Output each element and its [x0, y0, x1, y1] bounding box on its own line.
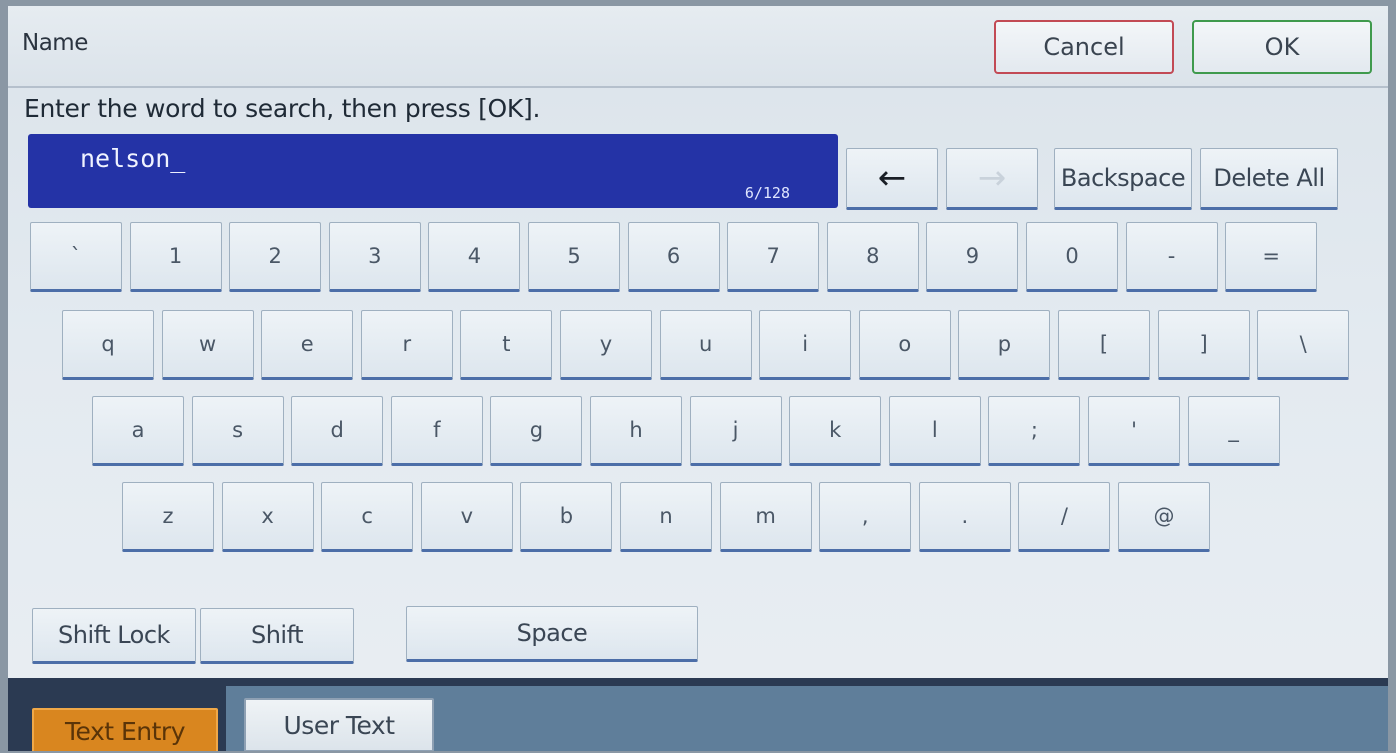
key[interactable]: c: [321, 482, 414, 552]
key[interactable]: b: [520, 482, 613, 552]
search-input[interactable]: nelson_ 6/128: [28, 134, 838, 208]
tab-text-entry[interactable]: Text Entry: [32, 708, 218, 751]
character-count: 6/128: [744, 184, 790, 202]
key[interactable]: 8: [826, 222, 919, 292]
ok-button[interactable]: OK: [1192, 20, 1372, 74]
key[interactable]: i: [759, 310, 852, 380]
key[interactable]: =: [1225, 222, 1318, 292]
key[interactable]: j: [689, 396, 782, 466]
key[interactable]: 4: [428, 222, 521, 292]
backspace-button[interactable]: Backspace: [1054, 148, 1192, 210]
key[interactable]: [: [1058, 310, 1150, 380]
shift-button[interactable]: Shift: [200, 608, 354, 664]
key[interactable]: /: [1018, 482, 1111, 552]
key[interactable]: ': [1088, 396, 1180, 466]
key[interactable]: h: [590, 396, 682, 466]
key[interactable]: 6: [627, 222, 720, 292]
shift-lock-button[interactable]: Shift Lock: [32, 608, 196, 664]
instruction-text: Enter the word to search, then press [OK…: [24, 94, 541, 123]
key[interactable]: e: [261, 310, 354, 380]
key[interactable]: ]: [1157, 310, 1250, 380]
key[interactable]: z: [122, 482, 214, 552]
key[interactable]: g: [490, 396, 583, 466]
key[interactable]: .: [918, 482, 1011, 552]
key[interactable]: o: [858, 310, 951, 380]
key[interactable]: 7: [727, 222, 820, 292]
key[interactable]: t: [460, 310, 553, 380]
key[interactable]: -: [1125, 222, 1218, 292]
space-button[interactable]: Space: [406, 606, 698, 662]
key[interactable]: n: [620, 482, 712, 552]
key[interactable]: _: [1187, 396, 1280, 466]
key[interactable]: q: [62, 310, 154, 380]
page-title: Name: [22, 30, 88, 56]
key[interactable]: w: [161, 310, 254, 380]
key[interactable]: ,: [819, 482, 912, 552]
key[interactable]: f: [390, 396, 483, 466]
key[interactable]: r: [360, 310, 453, 380]
key[interactable]: a: [92, 396, 184, 466]
key[interactable]: y: [560, 310, 652, 380]
key[interactable]: k: [789, 396, 882, 466]
key[interactable]: `: [30, 222, 122, 292]
key[interactable]: s: [191, 396, 284, 466]
key[interactable]: u: [659, 310, 752, 380]
key[interactable]: 9: [926, 222, 1019, 292]
key[interactable]: 5: [528, 222, 620, 292]
cursor-right-button[interactable]: →: [946, 148, 1038, 210]
header-bar: Name Cancel OK: [8, 6, 1388, 88]
key[interactable]: v: [420, 482, 513, 552]
key[interactable]: p: [958, 310, 1051, 380]
cursor-left-button[interactable]: ←: [846, 148, 938, 210]
cancel-button[interactable]: Cancel: [994, 20, 1174, 74]
key[interactable]: m: [719, 482, 812, 552]
tab-user-text[interactable]: User Text: [244, 698, 434, 751]
key[interactable]: 0: [1026, 222, 1118, 292]
search-input-value: nelson_: [80, 144, 186, 173]
key[interactable]: l: [888, 396, 981, 466]
keyboard-screen: Name Cancel OK Enter the word to search,…: [8, 6, 1388, 751]
key[interactable]: 1: [129, 222, 222, 292]
key[interactable]: 3: [328, 222, 421, 292]
key[interactable]: 2: [229, 222, 322, 292]
key[interactable]: @: [1118, 482, 1210, 552]
key[interactable]: ;: [988, 396, 1081, 466]
key[interactable]: x: [221, 482, 314, 552]
key[interactable]: d: [291, 396, 384, 466]
key[interactable]: \: [1257, 310, 1350, 380]
delete-all-button[interactable]: Delete All: [1200, 148, 1338, 210]
